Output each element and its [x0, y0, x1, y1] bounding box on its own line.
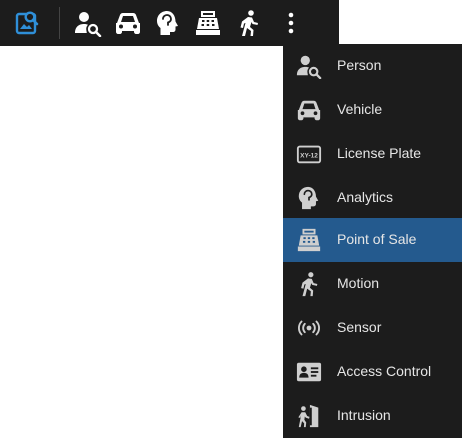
- sensor-icon: [295, 314, 323, 342]
- menu-item-label: Person: [337, 57, 382, 73]
- license-plate-icon: XY-12: [295, 140, 323, 168]
- car-icon: [116, 13, 140, 34]
- menu-item-label: Access Control: [337, 363, 432, 379]
- menu-item-analytics[interactable]: Analytics: [283, 176, 462, 220]
- car-icon: [295, 96, 323, 124]
- menu-item-label: Analytics: [337, 189, 394, 205]
- analytics-button[interactable]: [152, 7, 184, 39]
- menu-item-license-plate[interactable]: XY-12 License Plate: [283, 132, 462, 176]
- head-analytics-icon: [295, 184, 323, 212]
- running-person-icon: [295, 270, 323, 298]
- cash-register-icon: [295, 226, 323, 254]
- menu-item-label: Intrusion: [337, 407, 391, 423]
- analytics-dropdown-menu: Person Vehicle XY-12 License Plate Analy…: [283, 44, 462, 438]
- menu-item-label: Vehicle: [337, 101, 383, 117]
- motion-button[interactable]: [233, 7, 265, 39]
- more-vertical-icon: [288, 12, 294, 34]
- menu-item-intrusion[interactable]: Intrusion: [283, 394, 462, 438]
- point-of-sale-button[interactable]: [192, 7, 224, 39]
- vehicle-button[interactable]: [112, 7, 144, 39]
- image-search-button[interactable]: [11, 7, 43, 39]
- menu-item-access-control[interactable]: Access Control: [283, 350, 462, 394]
- person-search-icon: [295, 52, 323, 80]
- menu-item-label: Point of Sale: [337, 231, 417, 247]
- toolbar-divider: [59, 7, 60, 39]
- menu-item-label: License Plate: [337, 145, 422, 161]
- menu-item-point-of-sale[interactable]: Point of Sale: [283, 218, 462, 262]
- person-button[interactable]: [72, 7, 104, 39]
- cash-register-icon: [196, 11, 220, 35]
- image-search-icon: [15, 11, 39, 35]
- plate-text: XY-12: [300, 152, 318, 159]
- more-options-button[interactable]: [275, 7, 307, 39]
- intrusion-icon: [295, 402, 323, 430]
- analytics-toolbar: [0, 0, 339, 46]
- menu-item-sensor[interactable]: Sensor: [283, 306, 462, 350]
- menu-item-label: Motion: [337, 275, 380, 291]
- person-search-icon: [75, 12, 102, 37]
- menu-item-label: Sensor: [337, 319, 382, 335]
- menu-item-vehicle[interactable]: Vehicle: [283, 88, 462, 132]
- running-person-icon: [240, 10, 258, 36]
- menu-item-person[interactable]: Person: [283, 44, 462, 88]
- id-card-icon: [295, 358, 323, 386]
- head-analytics-icon: [157, 11, 178, 35]
- menu-item-motion[interactable]: Motion: [283, 262, 462, 306]
